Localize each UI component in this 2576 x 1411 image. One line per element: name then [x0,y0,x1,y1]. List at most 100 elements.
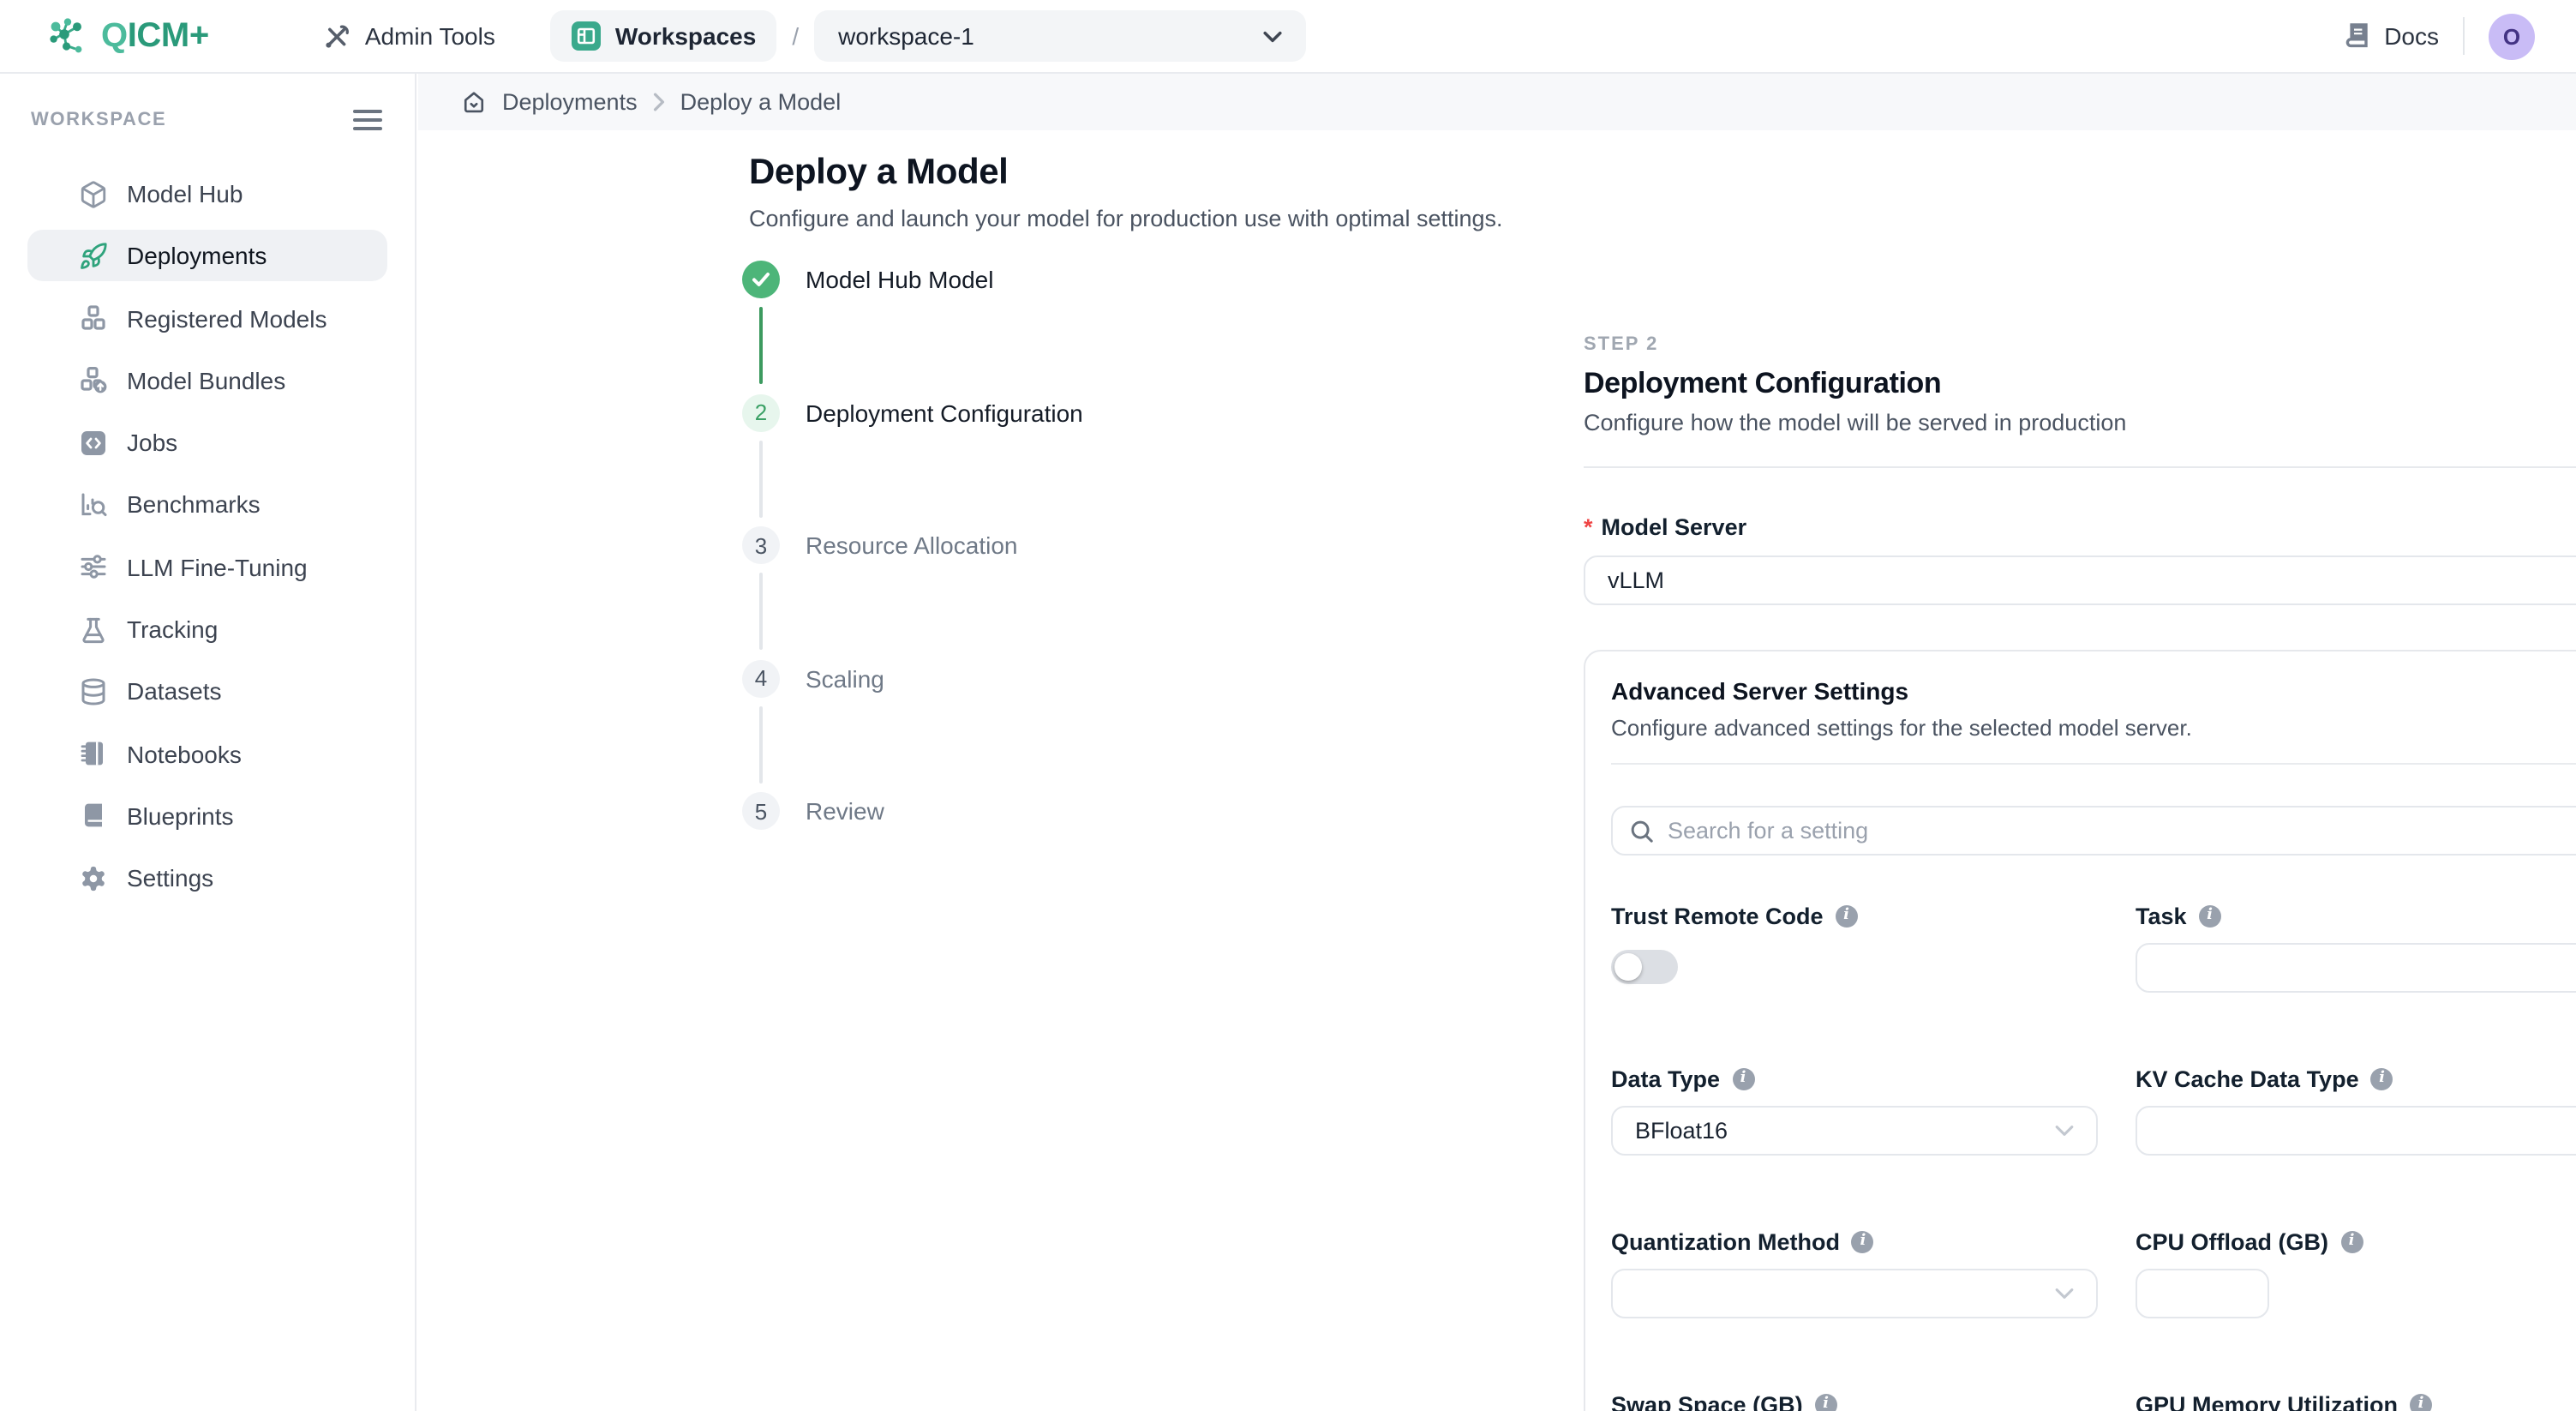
page-subtitle: Configure and launch your model for prod… [749,206,1503,231]
advanced-settings-title: Advanced Server Settings [1611,677,2192,705]
cpu-offload-input[interactable] [2136,1269,2269,1318]
sidebar-item-label: Datasets [127,678,222,706]
step-deployment-configuration[interactable]: 2 Deployment Configuration [742,393,1145,526]
workspaces-label: Workspaces [615,22,756,50]
info-icon[interactable]: i [1732,1067,1754,1090]
step-model-hub-model[interactable]: Model Hub Model [742,261,1145,393]
sidebar-item-notebooks[interactable]: Notebooks [27,728,387,779]
workspaces-button[interactable]: Workspaces [550,10,776,62]
quantization-method-label: Quantization Method i [1611,1228,2098,1255]
step-number: 4 [742,659,780,697]
page-header: Deploy a Model Configure and launch your… [749,153,1503,231]
workspace-select[interactable]: workspace-1 [814,10,1306,62]
panel-divider [1584,466,2576,468]
brand-logo[interactable]: QICM+ [45,14,209,58]
topbar-right-group: Docs O [2343,13,2535,59]
sidebar-item-label: LLM Fine-Tuning [127,554,308,581]
docs-label: Docs [2384,22,2439,50]
code-icon [79,428,108,457]
info-icon[interactable]: i [1836,904,1858,927]
sidebar-item-blueprints[interactable]: Blueprints [27,790,387,842]
info-icon[interactable]: i [1815,1393,1837,1411]
step-review[interactable]: 5 Review [742,792,1145,925]
step-resource-allocation[interactable]: 3 Resource Allocation [742,526,1145,659]
sidebar-item-deployments[interactable]: Deployments [27,231,387,282]
main-content: Deployments Deploy a Model Deploy a Mode… [418,74,2576,1411]
admin-tools-button[interactable]: Admin Tools [322,21,495,51]
advanced-settings-card: Advanced Server Settings Configure advan… [1584,650,2576,1411]
step-label: Review [806,792,884,830]
settings-search[interactable] [1611,806,2576,856]
info-icon[interactable]: i [2410,1393,2432,1411]
check-icon [751,269,771,290]
step-number: 2 [742,393,780,431]
step-label: Resource Allocation [806,526,1018,564]
sidebar-nav: Model Hub Deployments Registered Models … [0,168,415,904]
sidebar-item-tracking[interactable]: Tracking [27,603,387,655]
sidebar-item-label: Jobs [127,429,177,456]
docs-button[interactable]: Docs [2343,21,2439,51]
advanced-settings-divider [1611,763,2576,765]
swap-space-label: Swap Space (GB) i [1611,1390,2098,1411]
kv-cache-data-type-label: KV Cache Data Type i [2136,1065,2576,1092]
data-type-field: Data Type i BFloat16 [1611,1065,2098,1156]
data-type-select[interactable]: BFloat16 [1611,1106,2098,1156]
user-avatar[interactable]: O [2489,13,2535,59]
info-icon[interactable]: i [2199,904,2221,927]
top-navbar: QICM+ Admin Tools Workspaces [0,0,2576,74]
rocket-icon [79,242,108,271]
step-number: 3 [742,526,780,564]
trust-remote-code-label: Trust Remote Code i [1611,902,2098,929]
sidebar-item-settings[interactable]: Settings [27,853,387,904]
quantization-method-select[interactable] [1611,1269,2098,1318]
wizard-stepper: Model Hub Model 2 Deployment Configurati… [742,261,1145,925]
chart-magnifier-icon [79,490,108,519]
sidebar-item-benchmarks[interactable]: Benchmarks [27,479,387,531]
sidebar-item-model-bundles[interactable]: Model Bundles [27,355,387,406]
search-input[interactable] [1668,818,2576,844]
task-select[interactable] [2136,943,2576,993]
step-panel: STEP 2 Deployment Configuration Configur… [1584,334,2576,1411]
breadcrumb-current: Deploy a Model [680,89,842,115]
step-connector [759,573,763,650]
cpu-offload-label: CPU Offload (GB) i [2136,1228,2576,1255]
advanced-settings-subtitle: Configure advanced settings for the sele… [1611,715,2192,741]
sidebar-item-datasets[interactable]: Datasets [27,666,387,718]
model-server-select[interactable]: vLLM [1584,555,2576,605]
info-icon[interactable]: i [2340,1230,2363,1252]
notebook-icon [79,739,108,768]
home-icon[interactable] [461,89,487,115]
info-icon[interactable]: i [2371,1067,2393,1090]
swap-space-field: Swap Space (GB) i [1611,1390,2098,1411]
advanced-settings-header[interactable]: Advanced Server Settings Configure advan… [1611,677,2576,741]
sidebar-item-label: Model Bundles [127,367,285,394]
breadcrumb-parent[interactable]: Deployments [502,89,638,115]
data-type-label: Data Type i [1611,1065,2098,1092]
step-label: Deployment Configuration [806,393,1083,431]
chevron-down-icon [2055,1125,2074,1137]
collapse-sidebar-icon[interactable] [353,110,382,130]
sidebar-item-llm-fine-tuning[interactable]: LLM Fine-Tuning [27,542,387,593]
path-separator: / [792,22,799,50]
database-icon [79,677,108,706]
step-number: 5 [742,792,780,830]
step-label: Scaling [806,659,884,697]
sidebar-item-label: Deployments [127,243,267,270]
sidebar-item-label: Registered Models [127,304,326,332]
kv-cache-data-type-select[interactable] [2136,1106,2576,1156]
step-complete-indicator [742,261,780,298]
kv-cache-data-type-field: KV Cache Data Type i [2136,1065,2576,1156]
step-connector [759,706,763,783]
workspace-select-value: workspace-1 [838,22,974,50]
sidebar-item-registered-models[interactable]: Registered Models [27,292,387,344]
sidebar-item-jobs[interactable]: Jobs [27,417,387,468]
step-scaling[interactable]: 4 Scaling [742,659,1145,792]
required-marker: * [1584,514,1593,540]
gear-icon [79,864,108,893]
avatar-initial: O [2503,23,2520,49]
sidebar-item-label: Settings [127,865,213,892]
info-icon[interactable]: i [1852,1230,1874,1252]
trust-remote-code-toggle[interactable] [1611,950,1678,984]
sidebar-item-model-hub[interactable]: Model Hub [27,168,387,219]
workspaces-icon [571,21,602,51]
